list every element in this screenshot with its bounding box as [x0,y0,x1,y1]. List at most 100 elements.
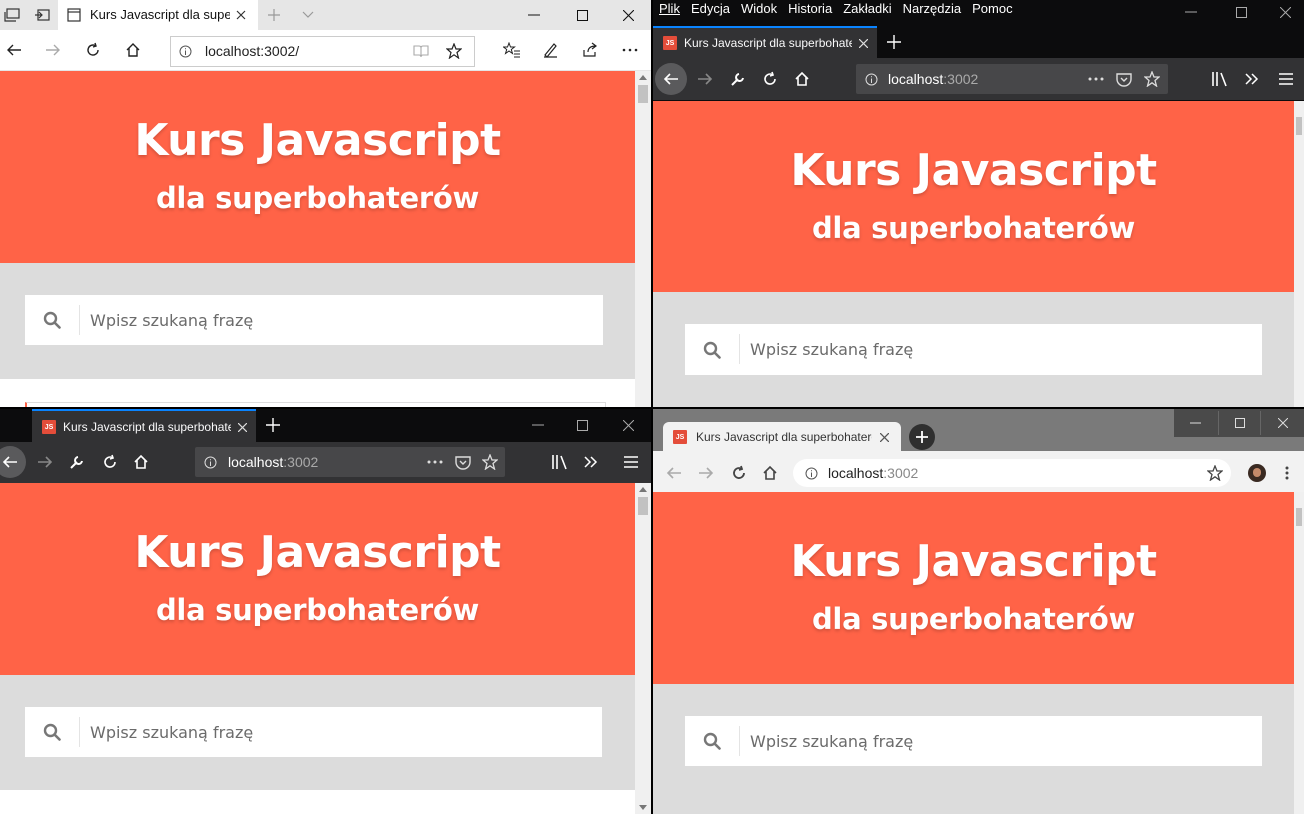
pocket-icon[interactable] [1114,70,1134,88]
menu-history[interactable]: Historia [788,1,832,16]
url-port: :3002 [943,71,979,87]
firefox-scrollbar[interactable] [635,483,651,814]
menu-bookmarks[interactable]: Zakładki [843,1,891,16]
tab-preview-chevron-icon[interactable] [296,5,320,25]
new-tab-icon[interactable] [909,424,935,450]
new-tab-icon[interactable] [262,5,286,25]
menu-help[interactable]: Pomoc [972,1,1012,16]
forward-arrow-icon[interactable] [34,451,56,473]
url-host: localhost [228,454,284,470]
minimize-icon[interactable] [1171,2,1211,22]
forward-arrow-icon[interactable] [695,462,717,484]
menu-tools[interactable]: Narzędzia [903,1,962,16]
edge-scrollbar[interactable] [635,71,651,407]
close-window-icon[interactable] [1265,2,1304,22]
refresh-icon[interactable] [759,68,781,90]
firefox-url-text: localhost:3002 [228,454,318,470]
maximize-icon[interactable] [562,415,602,435]
firefox-address-bar[interactable]: localhost:3002 [856,64,1168,94]
close-tab-icon[interactable] [232,6,250,24]
hero-title: Kurs Javascript [790,145,1157,196]
refresh-icon[interactable] [81,38,105,62]
scroll-thumb[interactable] [638,497,648,515]
home-icon[interactable] [759,462,781,484]
close-window-icon[interactable] [606,4,650,26]
search-input[interactable]: Wpisz szukaną frazę [685,716,1262,766]
overflow-chevron-icon[interactable] [580,451,602,473]
back-arrow-icon[interactable] [655,63,687,95]
close-tab-icon[interactable] [875,428,893,446]
library-icon[interactable] [549,451,571,473]
menu-view[interactable]: Widok [741,1,777,16]
avatar[interactable] [1248,464,1266,482]
maximize-icon[interactable] [560,4,604,26]
scroll-up-icon[interactable] [639,487,647,492]
new-tab-icon[interactable] [883,32,905,52]
edge-tab-active[interactable]: Kurs Javascript dla supe [58,0,258,30]
firefox-url-text: localhost:3002 [888,71,978,87]
scroll-thumb[interactable] [1296,117,1302,135]
pocket-icon[interactable] [453,453,473,471]
wrench-icon[interactable] [66,451,88,473]
firefox-address-bar[interactable]: localhost:3002 [195,447,505,477]
home-icon[interactable] [121,38,145,62]
library-icon[interactable] [1209,68,1231,90]
hamburger-menu-icon[interactable] [1275,68,1297,90]
page-actions-dots-icon[interactable] [425,455,445,469]
scroll-thumb[interactable] [638,85,648,103]
reading-view-icon[interactable] [411,42,431,60]
chrome-omnibox[interactable]: localhost:3002 [793,459,1231,487]
pen-notes-icon[interactable] [538,38,562,62]
maximize-icon[interactable] [1218,411,1261,435]
forward-arrow-icon[interactable] [41,38,65,62]
bookmark-star-icon[interactable] [1205,464,1225,482]
minimize-icon[interactable] [512,4,556,26]
wrench-icon[interactable] [727,68,749,90]
scroll-down-icon[interactable] [639,805,647,810]
search-input[interactable]: Wpisz szukaną frazę [25,295,603,345]
minimize-icon[interactable] [518,415,558,435]
search-input[interactable]: Wpisz szukaną frazę [25,707,602,757]
more-dots-icon[interactable] [618,38,642,62]
close-tab-icon[interactable] [855,35,871,51]
back-arrow-icon[interactable] [2,38,26,62]
bookmark-star-icon[interactable] [1142,69,1162,89]
scroll-thumb[interactable] [1296,508,1302,526]
share-icon[interactable] [578,38,602,62]
favorites-hub-icon[interactable] [500,38,524,62]
close-window-icon[interactable] [608,415,648,435]
forward-arrow-icon[interactable] [694,68,716,90]
home-icon[interactable] [130,451,152,473]
tab-manager-icon[interactable] [0,4,24,26]
edge-address-bar[interactable]: localhost:3002/ [170,36,475,67]
firefox-tab-active[interactable]: JS Kurs Javascript dla superbohaterów [32,409,256,442]
info-icon[interactable] [863,71,879,87]
close-tab-icon[interactable] [234,419,250,435]
info-icon[interactable] [177,43,193,59]
info-icon[interactable] [202,454,218,470]
close-window-icon[interactable] [1261,411,1304,435]
minimize-icon[interactable] [1174,411,1217,435]
chrome-tab-active[interactable]: JS Kurs Javascript dla superbohaterów [663,422,901,451]
overflow-chevron-icon[interactable] [1241,68,1263,90]
home-icon[interactable] [791,68,813,90]
page-actions-dots-icon[interactable] [1086,72,1106,86]
firefox-tab-active[interactable]: JS Kurs Javascript dla superbohaterów [653,26,877,58]
firefox-scrollbar[interactable] [1294,101,1304,407]
refresh-icon[interactable] [99,451,121,473]
menu-file[interactable]: Plik [659,1,680,16]
new-tab-icon[interactable] [262,415,284,435]
info-icon[interactable] [803,465,819,481]
maximize-icon[interactable] [1221,2,1261,22]
menu-edit[interactable]: Edycja [691,1,730,16]
favorite-star-icon[interactable] [443,41,465,61]
set-aside-tabs-icon[interactable] [30,4,54,26]
more-vertical-icon[interactable] [1277,462,1297,484]
chrome-scrollbar[interactable] [1294,492,1304,814]
back-arrow-icon[interactable] [663,462,685,484]
search-input[interactable]: Wpisz szukaną frazę [685,324,1262,375]
refresh-icon[interactable] [728,462,750,484]
bookmark-star-icon[interactable] [480,452,500,472]
hamburger-menu-icon[interactable] [620,451,642,473]
scroll-up-icon[interactable] [639,75,647,80]
